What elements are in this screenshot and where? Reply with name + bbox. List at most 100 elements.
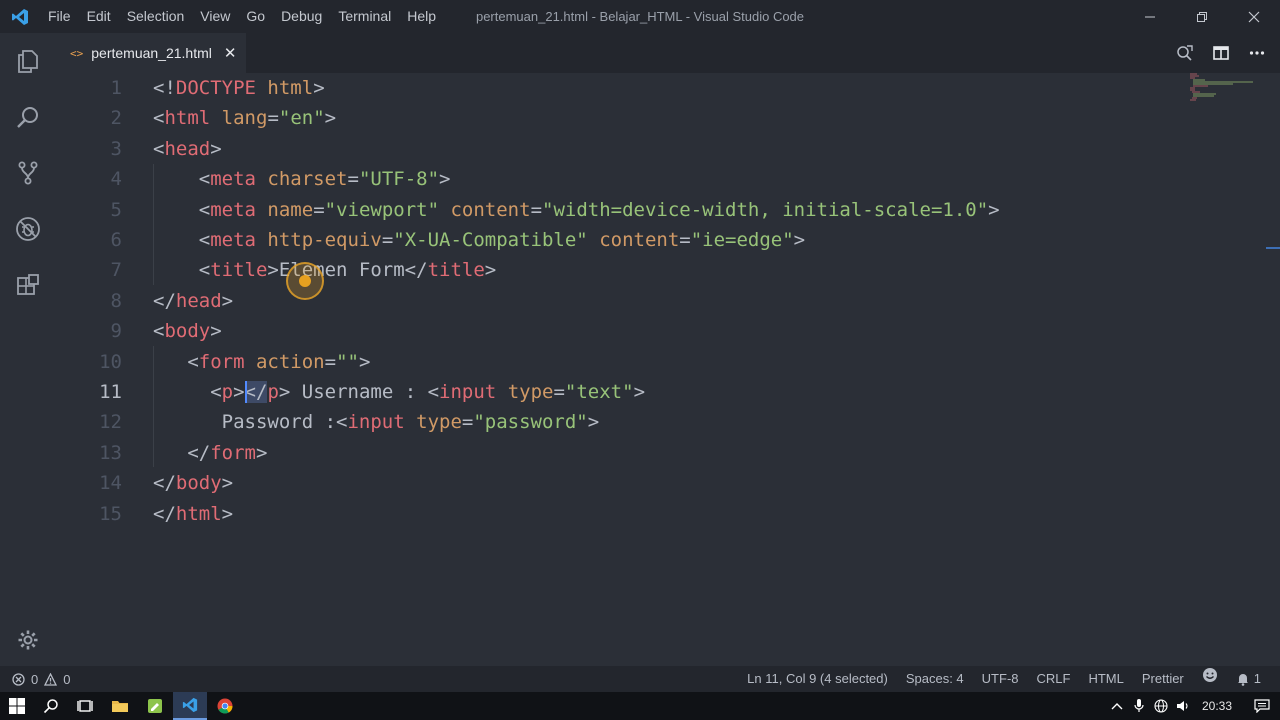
close-window-button[interactable] [1228,0,1280,33]
chevron-up-icon[interactable] [1106,692,1128,720]
menu-item-edit[interactable]: Edit [79,0,119,33]
status-bar: 0 0 Ln 11, Col 9 (4 selected) Spaces: 4 … [0,666,1280,692]
code-token: > [358,350,371,373]
code-token: "viewport" [324,198,440,221]
line-number: 2 [110,107,122,130]
search-icon[interactable] [0,93,56,141]
explorer-icon[interactable] [0,37,56,85]
code-line[interactable]: 2 <html lang="en"> [56,103,1256,133]
code-line[interactable]: 12 Password :<input type="password"> [56,407,1256,437]
network-icon[interactable] [1150,692,1172,720]
warning-icon [44,672,58,686]
error-icon [12,672,25,686]
code-token: meta [210,198,256,221]
cursor-position[interactable]: Ln 11, Col 9 (4 selected) [738,666,897,692]
code-token: head [164,137,211,160]
code-line[interactable]: 1 <!DOCTYPE html> [56,73,1256,103]
vscode-logo-icon [0,0,40,33]
code-line[interactable]: 14 </body> [56,468,1256,498]
menu-item-go[interactable]: Go [238,0,273,33]
close-icon[interactable]: ✕ [224,44,237,62]
minimize-button[interactable] [1124,0,1176,33]
line-number: 14 [99,472,122,495]
code-token: "ie=edge" [690,229,794,251]
code-line[interactable]: 7 <title>Elemen Form</title> [56,255,1256,285]
code-text: <meta charset="UTF-8"> [153,164,451,194]
vscode-taskbar-icon[interactable] [173,692,207,720]
code-line[interactable]: 5 <meta name="viewport" content="width=d… [56,195,1256,225]
code-line[interactable]: 13 </form> [56,438,1256,468]
split-editor-icon[interactable] [1206,38,1236,68]
code-token: > [587,411,600,434]
source-control-icon[interactable] [0,149,56,197]
code-line[interactable]: 8 </head> [56,286,1256,316]
chrome-icon[interactable] [208,692,242,720]
menu-item-help[interactable]: Help [399,0,444,33]
menu-item-view[interactable]: View [192,0,238,33]
volume-icon[interactable] [1172,692,1194,720]
code-token: > [210,320,222,343]
code-token: meta [210,168,256,191]
gear-icon[interactable] [0,620,56,660]
line-number: 11 [99,381,122,403]
windows-start-icon[interactable] [0,692,34,720]
scrollbar-marker[interactable] [1266,247,1280,249]
code-editor[interactable]: 1 <!DOCTYPE html> 2 <html lang="en"> 3 <head>… [56,73,1280,666]
problems-indicator[interactable]: 0 0 [12,666,70,692]
code-token: "UTF-8" [358,168,440,191]
code-line[interactable]: 11 <p></p> Username : <input type="text"… [56,377,1256,407]
code-line[interactable]: 10 <form action=""> [56,347,1256,377]
code-line[interactable]: 4 <meta charset="UTF-8"> [56,164,1256,194]
code-text: Password :<input type="password"> [153,407,600,437]
code-token: html [267,77,314,99]
system-tray: 20:33 [1106,692,1280,720]
language-mode[interactable]: HTML [1079,666,1132,692]
line-number: 3 [110,137,122,160]
menu-item-selection[interactable]: Selection [119,0,193,33]
task-view-icon[interactable] [68,692,102,720]
menu-item-debug[interactable]: Debug [273,0,330,33]
line-number: 12 [99,411,122,434]
tab-pertemuan-21[interactable]: <> pertemuan_21.html ✕ [56,33,246,73]
tab-label: pertemuan_21.html [91,45,212,61]
feedback-smiley-icon[interactable] [1193,666,1227,692]
code-line[interactable]: 9 <body> [56,316,1256,346]
selected-text: </ [244,381,268,403]
indentation[interactable]: Spaces: 4 [897,666,973,692]
menu-item-terminal[interactable]: Terminal [330,0,399,33]
code-token: < [153,320,165,343]
debug-icon[interactable] [0,205,56,253]
more-actions-icon[interactable] [1242,38,1272,68]
taskbar-clock[interactable]: 20:33 [1194,699,1244,713]
line-number: 1 [110,77,122,99]
file-explorer-icon[interactable] [103,692,137,720]
code-line[interactable]: 6 <meta http-equiv="X-UA-Compatible" con… [56,225,1256,255]
line-ending[interactable]: CRLF [1028,666,1080,692]
open-changes-icon[interactable] [1170,38,1200,68]
action-center-icon[interactable] [1244,692,1280,720]
microphone-icon[interactable] [1128,692,1150,720]
menu-item-file[interactable]: File [40,0,79,33]
taskbar-search-icon[interactable] [34,692,68,720]
code-token: = [347,168,359,191]
notifications[interactable]: 1 [1227,666,1270,692]
code-token: > [221,502,234,525]
line-number: 13 [99,441,122,464]
encoding[interactable]: UTF-8 [973,666,1028,692]
code-token: = [530,198,543,221]
code-token: > Username : < [278,381,440,403]
line-number: 10 [99,350,122,373]
extensions-icon[interactable] [0,261,56,309]
restore-button[interactable] [1176,0,1228,33]
code-line[interactable]: 3 <head> [56,134,1256,164]
tab-bar: <> pertemuan_21.html ✕ [56,33,1280,73]
code-line[interactable]: 15 </html> [56,499,1256,529]
formatter[interactable]: Prettier [1133,666,1193,692]
notepad-icon[interactable] [138,692,172,720]
code-token: < [153,381,222,403]
